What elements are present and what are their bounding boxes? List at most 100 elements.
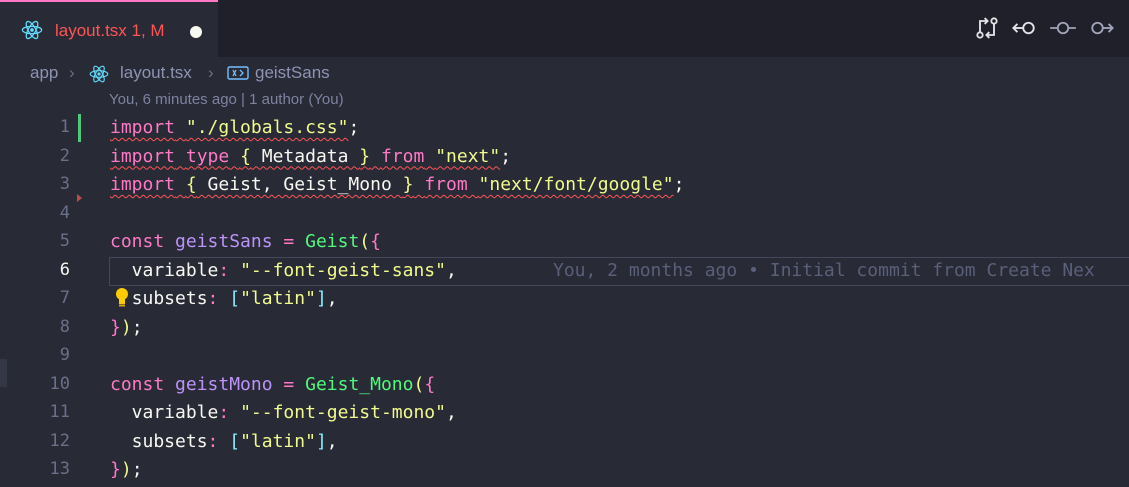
code-token: ) bbox=[120, 316, 132, 338]
code-line[interactable]: 8}); bbox=[0, 314, 1129, 343]
tab-title: layout.tsx 1, M bbox=[55, 21, 165, 40]
code-token: "--font-geist-mono" bbox=[240, 402, 446, 423]
code-token: subsets bbox=[110, 430, 208, 452]
code-line[interactable]: 12 subsets: ["latin"], bbox=[0, 428, 1129, 457]
react-icon bbox=[89, 65, 109, 83]
code-text: import type { Metadata } from "next"; bbox=[110, 146, 511, 167]
code-token: const bbox=[110, 231, 165, 252]
line-number: 7 bbox=[59, 288, 70, 308]
code-text: import { Geist, Geist_Mono } from "next/… bbox=[110, 174, 684, 195]
code-line[interactable]: 11 variable: "--font-geist-mono", bbox=[0, 399, 1129, 428]
code-text: import "./globals.css"; bbox=[110, 117, 359, 138]
code-token: geistMono bbox=[175, 373, 273, 395]
code-token: "latin" bbox=[240, 288, 316, 309]
breadcrumb-symbol[interactable]: geistSans bbox=[255, 63, 330, 83]
code-token: : bbox=[207, 288, 219, 309]
code-line[interactable]: 9 bbox=[0, 342, 1129, 371]
code-token: "./globals.css" bbox=[185, 117, 349, 138]
line-number: 8 bbox=[59, 316, 70, 337]
git-added-gutter[interactable] bbox=[78, 114, 81, 142]
line-number: 6 bbox=[59, 259, 70, 280]
codelens-blame[interactable]: You, 6 minutes ago | 1 author (You) bbox=[109, 91, 344, 108]
code-token: { bbox=[240, 145, 251, 167]
line-number: 10 bbox=[49, 373, 70, 394]
go-forward-icon[interactable] bbox=[1087, 14, 1115, 42]
code-token: [ bbox=[229, 430, 241, 452]
git-commit-icon[interactable] bbox=[1049, 14, 1077, 42]
code-token: , bbox=[445, 402, 457, 423]
code-line[interactable]: 2 import type { Metadata } from "next"; bbox=[0, 143, 1129, 172]
code-text: }); bbox=[110, 317, 143, 338]
line-number: 5 bbox=[59, 231, 70, 251]
code-token: { bbox=[370, 231, 381, 252]
code-token: } bbox=[110, 459, 121, 480]
code-token: = bbox=[283, 231, 295, 252]
code-token: variable bbox=[110, 402, 219, 423]
code-token: import bbox=[110, 117, 176, 138]
code-token: ; bbox=[348, 117, 360, 138]
tab-bar: layout.tsx 1, M bbox=[0, 0, 1129, 57]
editor-window: layout.tsx 1, M app › layout.tsx › geist… bbox=[0, 0, 1129, 487]
code-text: const geistSans = Geist({ bbox=[110, 231, 381, 252]
line-number: 1 bbox=[59, 117, 70, 137]
line-number: 3 bbox=[59, 174, 70, 194]
go-back-icon[interactable] bbox=[1011, 14, 1039, 42]
breadcrumb-file[interactable]: layout.tsx bbox=[120, 63, 192, 83]
line-number: 13 bbox=[49, 459, 70, 479]
line-number: 11 bbox=[49, 402, 70, 422]
code-token: { bbox=[424, 373, 436, 395]
chevron-right-icon: › bbox=[69, 63, 75, 82]
code-line[interactable]: 5 const geistSans = Geist({ bbox=[0, 228, 1129, 257]
code-token: geistSans bbox=[175, 231, 273, 252]
line-number: 12 bbox=[49, 430, 70, 451]
code-token: } bbox=[402, 174, 414, 195]
code-token: Geist, Geist_Mono bbox=[196, 174, 403, 195]
code-line[interactable]: 6 variable: "--font-geist-sans", You, 2 m… bbox=[0, 256, 1129, 286]
modified-dot-icon[interactable] bbox=[190, 26, 202, 38]
code-text: subsets: ["latin"], bbox=[110, 288, 338, 309]
tab-layout-tsx[interactable]: layout.tsx 1, M bbox=[0, 0, 218, 57]
code-token: } bbox=[110, 316, 121, 338]
code-token: ; bbox=[131, 316, 143, 338]
line-number: 4 bbox=[59, 202, 70, 223]
code-token: , bbox=[326, 288, 338, 309]
code-token: ] bbox=[315, 430, 327, 452]
breadcrumb-folder[interactable]: app bbox=[30, 63, 58, 83]
line-number: 2 bbox=[59, 145, 70, 166]
inline-blame[interactable]: You, 2 months ago • Initial commit from … bbox=[553, 260, 1095, 281]
lightbulb-icon[interactable] bbox=[114, 287, 130, 309]
code-line[interactable]: 1 import "./globals.css"; bbox=[0, 114, 1129, 143]
code-token: , bbox=[326, 430, 338, 452]
code-token: "next/font/google" bbox=[478, 174, 674, 195]
code-token: ] bbox=[315, 288, 327, 309]
code-token: : bbox=[207, 430, 219, 452]
code-line[interactable]: 7 subsets: ["latin"], bbox=[0, 285, 1129, 314]
code-token: = bbox=[283, 373, 295, 395]
code-token: Geist bbox=[305, 231, 360, 252]
react-icon bbox=[21, 20, 43, 40]
git-compare-icon[interactable] bbox=[973, 14, 1001, 42]
code-editor[interactable]: You, 6 minutes ago | 1 author (You) 1 imp… bbox=[0, 89, 1129, 487]
code-line[interactable]: 4 bbox=[0, 193, 1129, 229]
code-token: import bbox=[110, 174, 176, 195]
code-token: : bbox=[218, 402, 230, 423]
code-line[interactable]: 10 const geistMono = Geist_Mono({ bbox=[0, 358, 1129, 400]
code-token: from bbox=[424, 174, 468, 195]
code-text: }); bbox=[110, 459, 143, 480]
code-token: const bbox=[110, 373, 165, 395]
code-line[interactable]: 13}); bbox=[0, 456, 1129, 485]
code-line[interactable]: 3 import { Geist, Geist_Mono } from "next… bbox=[0, 171, 1129, 200]
code-token: Metadata bbox=[250, 145, 360, 167]
